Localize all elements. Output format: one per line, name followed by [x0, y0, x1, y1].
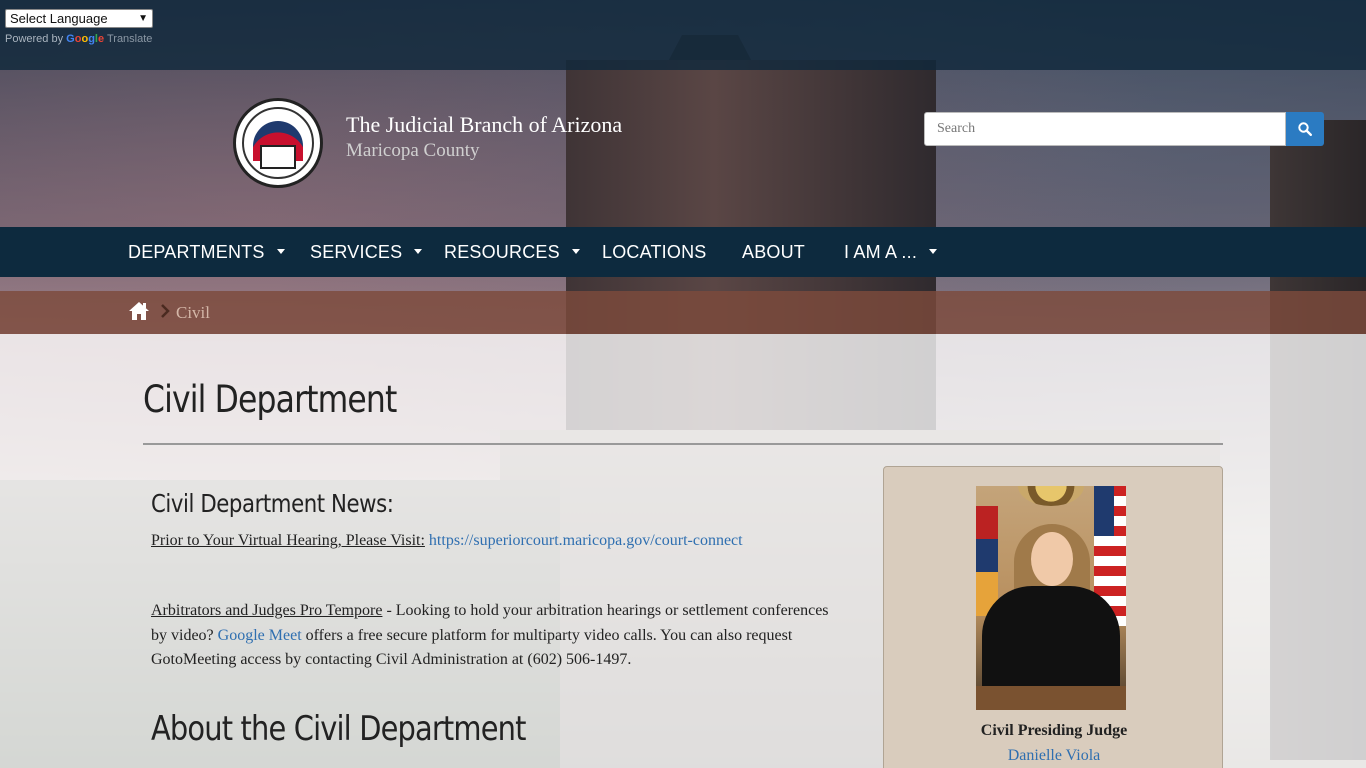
site-header: The Judicial Branch of Arizona Maricopa … [0, 70, 1366, 227]
nav-about[interactable]: ABOUT [742, 227, 805, 277]
news-item-arbitrators: Arbitrators and Judges Pro Tempore - Loo… [151, 599, 841, 673]
google-meet-link[interactable]: Google Meet [218, 627, 302, 644]
chevron-down-icon: ▼ [138, 13, 148, 24]
page-title: Civil Department [143, 378, 397, 421]
nav-i-am-a[interactable]: I AM A ... [844, 227, 938, 277]
nav-departments[interactable]: DEPARTMENTS [128, 227, 285, 277]
court-seal-logo[interactable] [233, 98, 323, 188]
judge-name-link[interactable]: Danielle Viola [884, 747, 1224, 765]
breadcrumb: Civil [0, 291, 1366, 334]
language-select-label: Select Language [10, 11, 108, 26]
site-subtitle: Maricopa County [346, 140, 480, 161]
caret-down-icon [571, 248, 580, 254]
seal-courthouse [260, 145, 296, 169]
caret-down-icon [276, 248, 285, 254]
powered-by-google: Powered by Google Translate [5, 33, 152, 45]
judge-desk [976, 686, 1126, 710]
judge-face [1031, 532, 1073, 586]
judge-photo [976, 486, 1126, 710]
presiding-judge-card: Civil Presiding Judge Danielle Viola [883, 466, 1223, 768]
caret-down-icon [414, 248, 423, 254]
search-input[interactable]: Search [924, 112, 1286, 146]
language-select[interactable]: Select Language ▼ [5, 9, 153, 28]
arizona-flag [976, 506, 998, 616]
search-icon [1298, 122, 1312, 136]
news-heading: Civil Department News: [151, 489, 394, 518]
main-content: Civil Department Civil Department News: … [0, 334, 1366, 768]
google-logo: Google [66, 33, 105, 45]
caret-down-icon [929, 248, 938, 254]
court-emblem [1018, 486, 1084, 506]
news1-label: Prior to Your Virtual Hearing, Please Vi… [151, 532, 425, 549]
translate-link[interactable]: Translate [107, 33, 152, 45]
about-heading: About the Civil Department [151, 709, 526, 749]
chevron-right-icon [161, 304, 170, 318]
judge-title: Civil Presiding Judge [980, 722, 1128, 739]
court-connect-link[interactable]: https://superiorcourt.maricopa.gov/court… [429, 532, 743, 549]
arbitrators-link[interactable]: Arbitrators and Judges Pro Tempore [151, 602, 382, 619]
site-title[interactable]: The Judicial Branch of Arizona [346, 112, 622, 138]
search-button[interactable] [1286, 112, 1324, 146]
home-icon[interactable] [128, 301, 150, 321]
nav-services[interactable]: SERVICES [310, 227, 423, 277]
news-item-virtual-hearing: Prior to Your Virtual Hearing, Please Vi… [151, 532, 743, 550]
powered-by-text: Powered by [5, 33, 64, 45]
breadcrumb-current: Civil [176, 303, 211, 322]
main-nav: DEPARTMENTS SERVICES RESOURCES LOCATIONS… [0, 227, 1366, 277]
nav-resources[interactable]: RESOURCES [444, 227, 580, 277]
translate-bar: Select Language ▼ Powered by Google Tran… [0, 0, 1366, 70]
title-divider [143, 443, 1223, 445]
nav-locations[interactable]: LOCATIONS [602, 227, 706, 277]
